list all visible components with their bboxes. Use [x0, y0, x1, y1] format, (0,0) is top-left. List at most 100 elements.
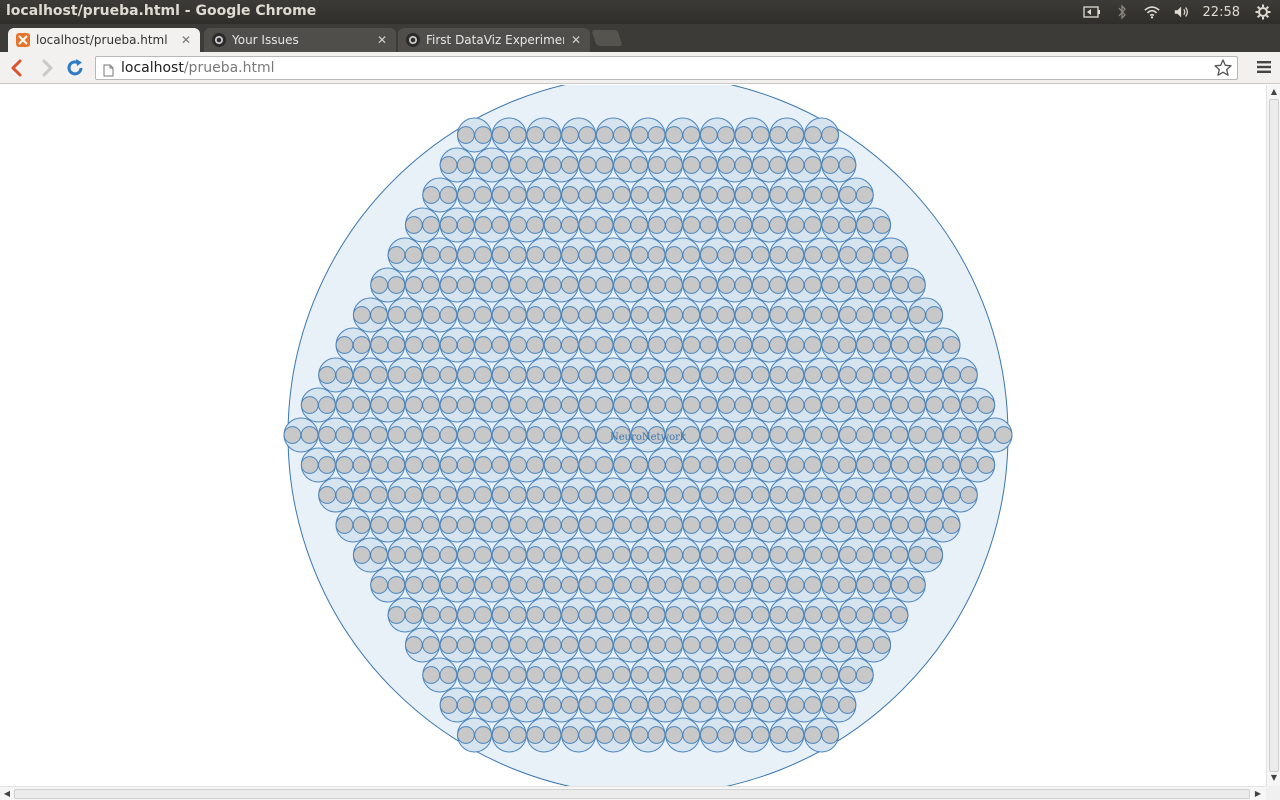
node-leaf[interactable]	[769, 126, 788, 144]
node-leaf[interactable]	[907, 336, 926, 354]
node-leaf[interactable]	[908, 426, 926, 444]
node-leaf[interactable]	[804, 306, 822, 324]
node-leaf[interactable]	[786, 546, 805, 564]
node-leaf[interactable]	[925, 486, 944, 504]
node-leaf[interactable]	[647, 156, 666, 174]
node-leaf[interactable]	[526, 636, 545, 654]
node-leaf[interactable]	[630, 246, 649, 264]
node-leaf[interactable]	[422, 606, 441, 624]
node-leaf[interactable]	[630, 276, 649, 294]
node-leaf[interactable]	[734, 156, 753, 174]
node-leaf[interactable]	[769, 726, 788, 744]
node-leaf[interactable]	[838, 516, 857, 534]
node-leaf[interactable]	[890, 366, 909, 384]
node-leaf[interactable]	[804, 546, 822, 564]
node-leaf[interactable]	[630, 606, 649, 624]
node-leaf[interactable]	[457, 186, 475, 204]
node-leaf[interactable]	[578, 486, 597, 504]
node-leaf[interactable]	[890, 426, 909, 444]
node-leaf[interactable]	[404, 576, 423, 594]
node-leaf[interactable]	[769, 306, 788, 324]
node-leaf[interactable]	[404, 246, 423, 264]
node-leaf[interactable]	[457, 126, 475, 144]
node-leaf[interactable]	[925, 546, 944, 564]
node-leaf[interactable]	[543, 156, 562, 174]
node-leaf[interactable]	[717, 306, 735, 324]
node-leaf[interactable]	[647, 516, 666, 534]
clock[interactable]: 22:58	[1203, 5, 1240, 20]
wifi-icon[interactable]	[1143, 4, 1161, 20]
node-leaf[interactable]	[734, 456, 753, 474]
node-leaf[interactable]	[370, 426, 388, 444]
node-leaf[interactable]	[387, 396, 406, 414]
node-leaf[interactable]	[578, 246, 597, 264]
node-leaf[interactable]	[560, 276, 579, 294]
node-leaf[interactable]	[699, 576, 718, 594]
node-leaf[interactable]	[838, 216, 857, 234]
node-leaf[interactable]	[682, 246, 701, 264]
node-leaf[interactable]	[491, 126, 510, 144]
node-leaf[interactable]	[578, 186, 597, 204]
node-leaf[interactable]	[855, 306, 874, 324]
tab-first-dataviz[interactable]: First DataViz Experiment ✕	[398, 28, 590, 52]
node-leaf[interactable]	[734, 636, 753, 654]
node-leaf[interactable]	[439, 636, 458, 654]
node-leaf[interactable]	[873, 516, 892, 534]
node-leaf[interactable]	[387, 306, 406, 324]
node-leaf[interactable]	[613, 246, 631, 264]
node-leaf[interactable]	[751, 696, 770, 714]
node-leaf[interactable]	[821, 306, 839, 324]
node-leaf[interactable]	[925, 306, 944, 324]
node-leaf[interactable]	[578, 216, 597, 234]
node-leaf[interactable]	[595, 186, 614, 204]
node-leaf[interactable]	[508, 486, 527, 504]
node-leaf[interactable]	[561, 366, 579, 384]
node-leaf[interactable]	[890, 276, 909, 294]
node-leaf[interactable]	[613, 276, 631, 294]
node-leaf[interactable]	[734, 576, 753, 594]
node-leaf[interactable]	[474, 336, 493, 354]
node-leaf[interactable]	[734, 696, 753, 714]
node-leaf[interactable]	[526, 186, 545, 204]
node-leaf[interactable]	[682, 276, 701, 294]
node-leaf[interactable]	[647, 306, 666, 324]
node-leaf[interactable]	[665, 486, 683, 504]
node-leaf[interactable]	[855, 186, 874, 204]
node-leaf[interactable]	[543, 306, 562, 324]
node-leaf[interactable]	[283, 426, 302, 444]
scroll-right-arrow-icon[interactable]: ▶	[1254, 790, 1262, 798]
close-icon[interactable]: ✕	[570, 34, 582, 46]
node-leaf[interactable]	[543, 726, 562, 744]
node-leaf[interactable]	[804, 486, 822, 504]
node-leaf[interactable]	[734, 606, 753, 624]
node-leaf[interactable]	[873, 576, 892, 594]
node-leaf[interactable]	[526, 246, 545, 264]
bluetooth-icon[interactable]	[1113, 4, 1131, 20]
node-leaf[interactable]	[457, 366, 475, 384]
node-leaf[interactable]	[682, 126, 701, 144]
node-leaf[interactable]	[873, 546, 892, 564]
node-leaf[interactable]	[751, 126, 770, 144]
node-leaf[interactable]	[404, 216, 423, 234]
node-leaf[interactable]	[404, 306, 423, 324]
node-leaf[interactable]	[717, 126, 735, 144]
node-leaf[interactable]	[925, 516, 944, 534]
node-leaf[interactable]	[439, 546, 458, 564]
node-leaf[interactable]	[439, 606, 458, 624]
node-leaf[interactable]	[491, 276, 510, 294]
node-leaf[interactable]	[352, 306, 371, 324]
node-leaf[interactable]	[769, 276, 787, 294]
node-leaf[interactable]	[682, 156, 701, 174]
node-leaf[interactable]	[560, 216, 579, 234]
node-leaf[interactable]	[873, 366, 892, 384]
node-leaf[interactable]	[803, 636, 822, 654]
address-bar[interactable]: localhost/prueba.html	[95, 56, 1238, 80]
node-leaf[interactable]	[786, 306, 805, 324]
node-leaf[interactable]	[665, 276, 683, 294]
node-leaf[interactable]	[925, 456, 944, 474]
node-leaf[interactable]	[474, 696, 493, 714]
node-leaf[interactable]	[855, 366, 874, 384]
node-leaf[interactable]	[630, 636, 649, 654]
node-leaf[interactable]	[613, 396, 631, 414]
node-leaf[interactable]	[543, 516, 562, 534]
